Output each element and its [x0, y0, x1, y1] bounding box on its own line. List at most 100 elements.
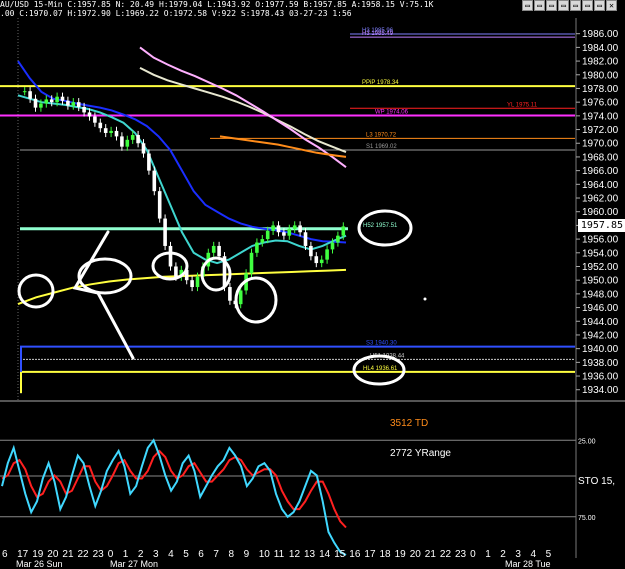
price-axis-label: 1934.00 [582, 385, 619, 396]
price-axis-label: 1974.00 [582, 111, 619, 122]
price-axis-label: 1938.00 [582, 358, 619, 369]
candle [76, 102, 81, 107]
candle [109, 130, 113, 133]
toolbar-button-4[interactable]: ▭ [558, 0, 569, 11]
toolbar-button-1[interactable]: ▭ [522, 0, 533, 11]
time-axis-label: 21 [425, 549, 437, 560]
candle [120, 136, 124, 147]
candle [292, 225, 297, 229]
time-axis-label: 9 [244, 549, 250, 560]
osc-guide-label: 75.00 [578, 515, 596, 522]
time-axis-label: 21 [62, 549, 74, 560]
candle [163, 218, 167, 246]
time-axis-label: 16 [349, 549, 361, 560]
candle [174, 266, 178, 277]
price-chart[interactable]: H3 1985.96H3 1985.49PPiP 1978.34YL 1975.… [0, 0, 625, 565]
candle [249, 252, 254, 274]
candle [136, 135, 140, 144]
level-label: H3 1985.49 [362, 31, 394, 37]
date-label-2: Mar 27 Mon [110, 559, 159, 569]
candle [141, 143, 146, 154]
time-axis-label: 18 [380, 549, 392, 560]
candle [168, 245, 173, 267]
osc-guide-label: 25.00 [578, 438, 596, 445]
candle [325, 249, 329, 260]
time-axis-label: 4 [168, 549, 174, 560]
candle [49, 99, 54, 103]
candle [125, 139, 130, 147]
candle [147, 153, 151, 171]
price-axis-label: 1962.00 [582, 194, 619, 205]
oscillator-title: STO 15, [578, 476, 616, 487]
candle [319, 259, 324, 264]
time-axis-label: 8 [229, 549, 235, 560]
candle [44, 99, 49, 104]
toolbar-button-6[interactable]: ▭ [582, 0, 593, 11]
candle [330, 242, 335, 250]
price-axis-label: 1978.00 [582, 84, 619, 95]
time-axis-label: 22 [440, 549, 452, 560]
candle [93, 116, 97, 123]
candle [60, 96, 65, 101]
price-axis-label: 1950.00 [582, 276, 619, 287]
level-label: YL 1975.11 [507, 102, 538, 108]
candle [22, 91, 27, 93]
price-axis-label: 1942.00 [582, 330, 619, 341]
price-axis-label: 1944.00 [582, 317, 619, 328]
yrange-annotation: 2772 YRange [390, 448, 451, 459]
price-axis-label: 1982.00 [582, 57, 619, 68]
candle [33, 98, 38, 108]
level-label: L3 1970.72 [366, 132, 397, 138]
time-axis-label: 14 [319, 549, 331, 560]
time-axis-label: 17 [364, 549, 376, 560]
time-axis-label: 7 [213, 549, 219, 560]
level-label: H52 1957.51 [363, 223, 398, 229]
level-label: S3 1940.30 [366, 341, 397, 347]
level-label: S1 1969.02 [366, 144, 397, 150]
time-axis-label: 0 [470, 549, 476, 560]
price-axis-label: 1948.00 [582, 289, 619, 300]
price-axis-label: 1986.00 [582, 29, 619, 40]
price-axis-label: 1956.00 [582, 235, 619, 246]
candle [238, 290, 243, 305]
price-axis-label: 1970.00 [582, 139, 619, 150]
date-label-3: Mar 28 Tue [505, 559, 551, 569]
candle [260, 239, 265, 243]
candle [190, 280, 194, 288]
time-axis-label: 23 [93, 549, 105, 560]
candle [255, 242, 259, 253]
candle [271, 225, 275, 231]
candle [336, 235, 340, 243]
time-axis-label: 15 [334, 549, 346, 560]
candle [55, 96, 59, 103]
toolbar-button-3[interactable]: ▭ [546, 0, 557, 11]
toolbar-button-2[interactable]: ▭ [534, 0, 545, 11]
price-axis-label: 1976.00 [582, 98, 619, 109]
candle [103, 128, 108, 133]
price-axis-label: 1968.00 [582, 152, 619, 163]
toolbar-button-7[interactable]: ▭ [594, 0, 605, 11]
candle [287, 228, 292, 236]
candle [309, 245, 313, 257]
level-label: HL4 1936.61 [363, 366, 398, 372]
price-axis-label: 1960.00 [582, 207, 619, 218]
candle [66, 100, 70, 106]
candle [265, 230, 270, 240]
time-axis-label: 12 [289, 549, 301, 560]
level-label: PPiP 1978.34 [362, 80, 399, 86]
price-axis-label: 1980.00 [582, 70, 619, 81]
candle [228, 287, 232, 301]
price-axis-label: 1946.00 [582, 303, 619, 314]
close-icon[interactable]: ✕ [606, 0, 617, 11]
time-axis-label: 20 [410, 549, 422, 560]
price-axis-label: 1972.00 [582, 125, 619, 136]
header-quote-line: AU/USD 15-Min C:1957.85 N: 20.49 H:1979.… [0, 0, 434, 9]
time-axis-label: 1 [485, 549, 491, 560]
candle [303, 232, 308, 246]
annotation-dot [423, 297, 427, 301]
time-axis-label: 19 [395, 549, 407, 560]
time-axis-label: 11 [274, 549, 285, 560]
candle [87, 112, 92, 117]
candle [195, 276, 200, 288]
toolbar-button-5[interactable]: ▭ [570, 0, 581, 11]
